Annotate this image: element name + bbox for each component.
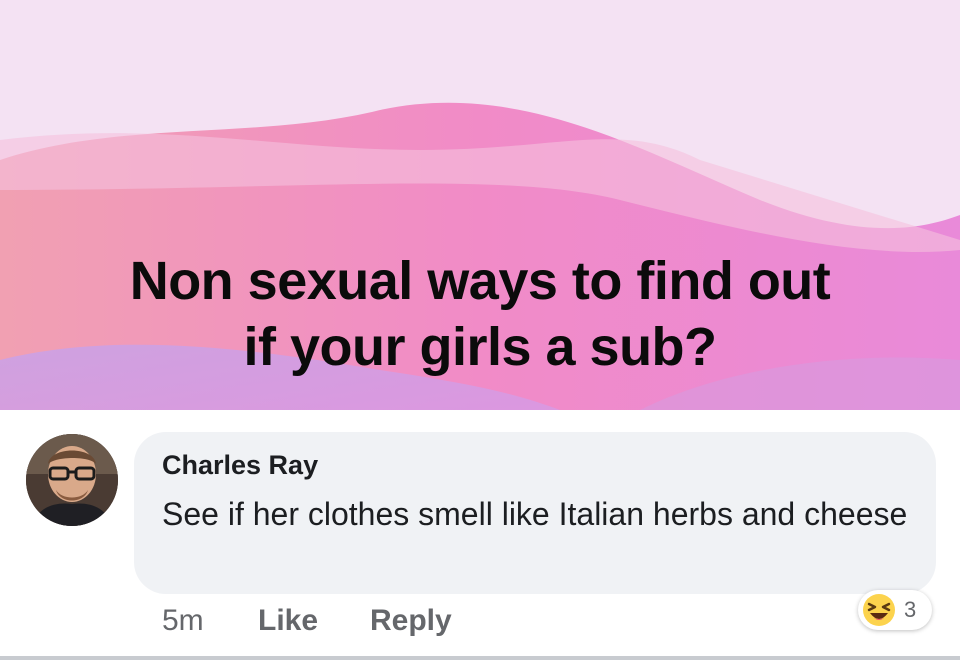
reply-button[interactable]: Reply [370, 604, 452, 638]
haha-emoji-icon [863, 594, 895, 626]
post-text-line1: Non sexual ways to find out [129, 251, 831, 311]
comment-text: See if her clothes smell like Italian he… [162, 496, 908, 532]
post-text-line2: if your girls a sub? [243, 317, 717, 377]
comment-timestamp[interactable]: 5m [162, 604, 204, 638]
reaction-summary[interactable]: 3 [858, 590, 932, 630]
comment-author[interactable]: Charles Ray [162, 450, 318, 481]
like-button[interactable]: Like [258, 604, 318, 638]
post-text: Non sexual ways to find out if your girl… [0, 248, 960, 380]
avatar-photo-icon [26, 434, 118, 526]
reaction-count: 3 [904, 597, 917, 622]
divider [0, 656, 960, 660]
avatar[interactable] [26, 434, 118, 526]
post-background: Non sexual ways to find out if your girl… [0, 0, 960, 410]
